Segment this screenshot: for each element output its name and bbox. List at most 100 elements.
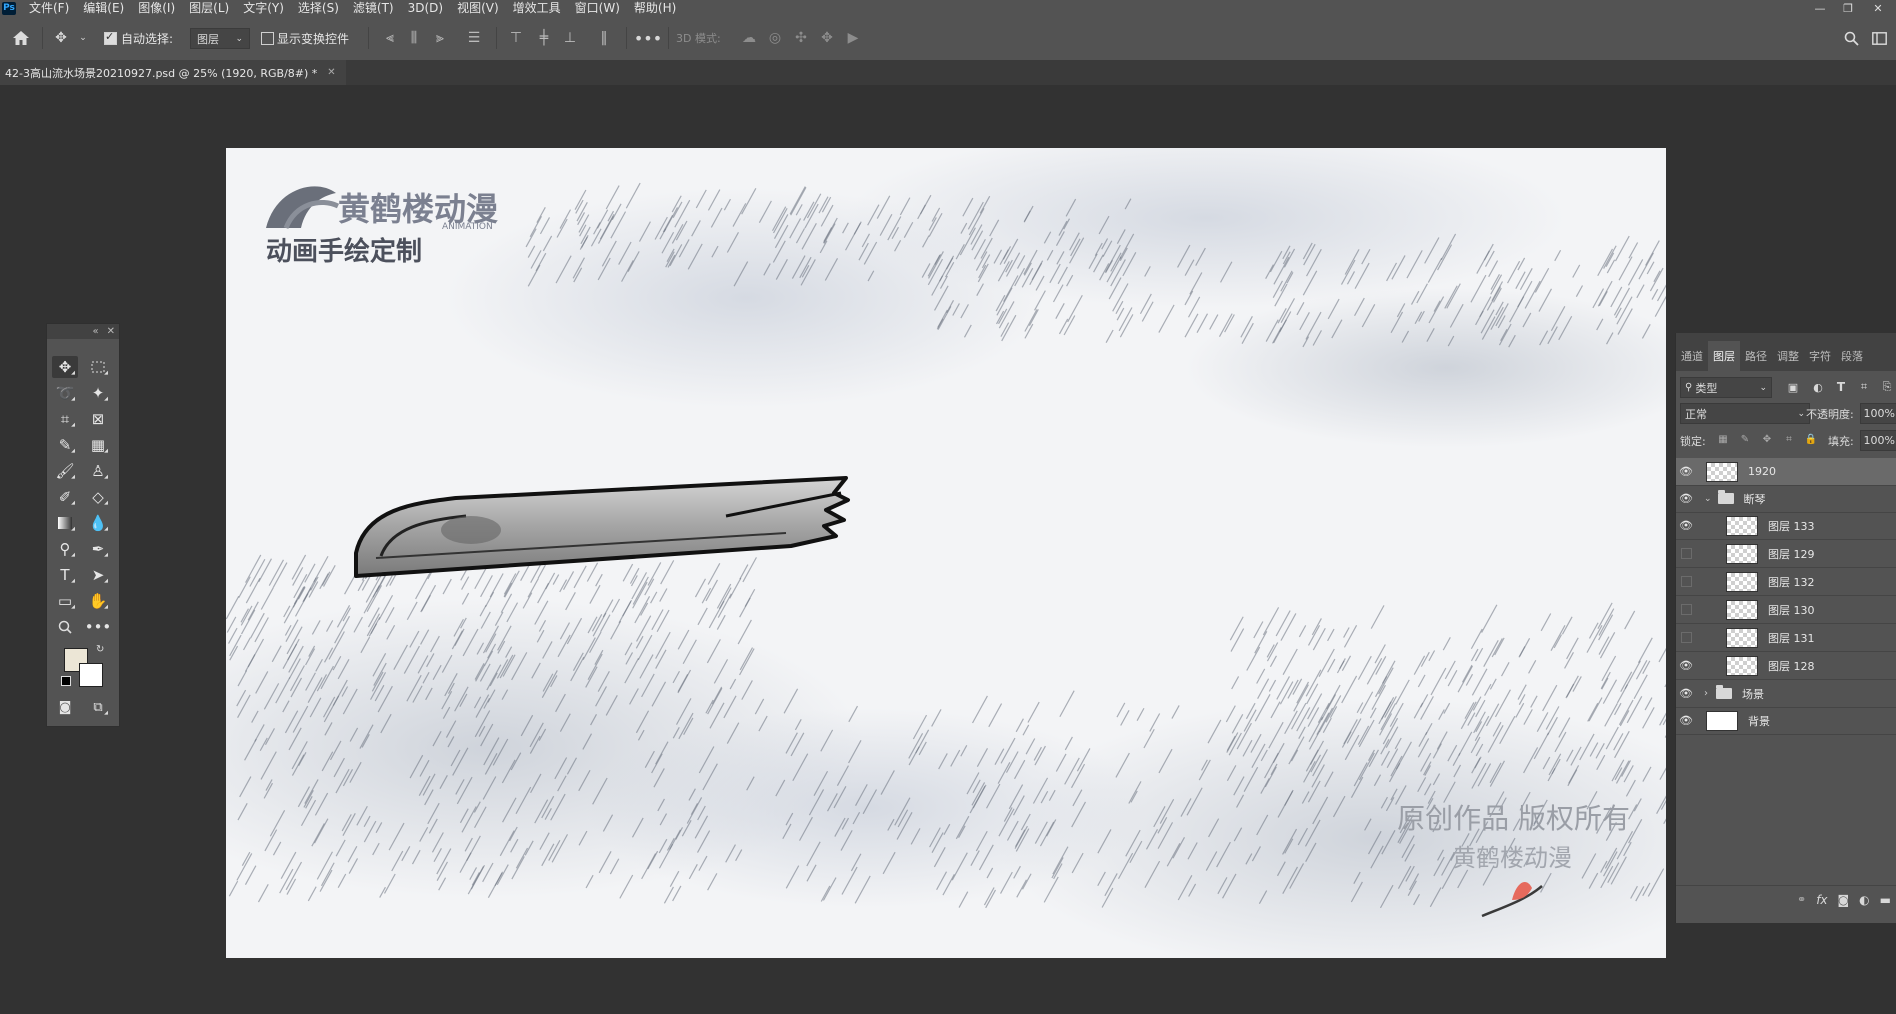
visibility-off-icon[interactable]	[1676, 548, 1696, 559]
chevron-down-icon[interactable]: ⌄	[78, 28, 88, 48]
layer-row[interactable]: 图层 129	[1676, 540, 1896, 568]
opacity-input[interactable]: 100%	[1860, 403, 1896, 424]
swap-colors-icon[interactable]: ↻	[96, 644, 104, 655]
menu-plugins[interactable]: 增效工具	[506, 0, 568, 16]
auto-select-checkbox[interactable]	[104, 30, 117, 45]
align-center-icon[interactable]: ⫼	[406, 28, 422, 48]
zoom-tool-icon[interactable]	[52, 616, 78, 638]
layer-row[interactable]: 图层 132	[1676, 568, 1896, 596]
filter-adjustment-icon[interactable]: ◐	[1811, 378, 1825, 396]
layer-row[interactable]: 👁 图层 133	[1676, 512, 1896, 540]
menu-image[interactable]: 图像(I)	[131, 0, 182, 16]
brush-tool-icon[interactable]: 🖌 ◢	[52, 460, 78, 482]
type-tool-icon[interactable]: T ◢	[52, 564, 78, 586]
checkbox-unchecked-icon[interactable]	[261, 32, 274, 45]
new-group-folder-icon[interactable]: ▬	[1880, 893, 1891, 907]
new-adjustment-icon[interactable]: ◐	[1859, 893, 1869, 907]
visibility-off-icon[interactable]	[1676, 576, 1696, 587]
quick-mask-icon[interactable]: ◙	[52, 696, 78, 718]
link-layers-icon[interactable]: ⚭	[1797, 893, 1806, 906]
align-bottom-icon[interactable]: ⊥	[562, 28, 578, 48]
pen-tool-icon[interactable]: ✒ ◢	[85, 538, 111, 560]
visibility-off-icon[interactable]	[1676, 604, 1696, 615]
collapse-panel-icon[interactable]: «	[92, 326, 98, 337]
checkbox-checked-icon[interactable]	[104, 30, 117, 45]
tab-paths[interactable]: 路径	[1740, 341, 1772, 371]
lock-artboard-icon[interactable]: ⌗	[1782, 431, 1796, 447]
layer-group-row[interactable]: 👁 › 场景	[1676, 680, 1896, 708]
stamp-tool-icon[interactable]: ♙ ◢	[85, 460, 111, 482]
move-tool-icon[interactable]: ✥	[52, 28, 70, 48]
3d-slide-icon[interactable]: ✥	[818, 28, 836, 48]
lock-position-icon[interactable]: ✥	[1760, 431, 1774, 447]
eyedropper-tool-icon[interactable]: ✎ ◢	[52, 434, 78, 456]
distribute-vertical-icon[interactable]: ‖	[596, 28, 612, 48]
layer-row[interactable]: 图层 131	[1676, 624, 1896, 652]
crop-tool-icon[interactable]: ⌗ ◢	[52, 408, 78, 430]
marquee-tool-icon[interactable]: ◢	[85, 356, 111, 378]
menu-3d[interactable]: 3D(D)	[401, 0, 450, 16]
close-panel-icon[interactable]: ✕	[107, 326, 115, 337]
tab-adjustments[interactable]: 调整	[1772, 341, 1804, 371]
tab-paragraph[interactable]: 段落	[1836, 341, 1868, 371]
lock-transparent-icon[interactable]: ▦	[1716, 431, 1730, 447]
fill-input[interactable]: 100%	[1860, 430, 1896, 451]
visibility-off-icon[interactable]	[1676, 632, 1696, 643]
document-canvas[interactable]: 黄鹤楼动漫 ANIMATION 动画手绘定制 原创作品 版权所有 黄鹤楼动漫	[226, 148, 1666, 958]
workspace-icon[interactable]	[1870, 28, 1888, 48]
edit-toolbar-icon[interactable]: •••	[85, 616, 112, 638]
magic-wand-tool-icon[interactable]: ✦ ◢	[85, 382, 111, 404]
lasso-tool-icon[interactable]: ➰ ◢	[52, 382, 78, 404]
visibility-eye-icon[interactable]: 👁	[1676, 687, 1696, 700]
layer-row[interactable]: 👁 图层 128	[1676, 652, 1896, 680]
filter-smart-object-icon[interactable]: ⎘	[1880, 378, 1894, 396]
document-tab[interactable]: 42-3高山流水场景20210927.psd @ 25% (1920, RGB/…	[0, 60, 346, 85]
lock-all-icon[interactable]: 🔒	[1804, 431, 1818, 447]
search-icon[interactable]	[1842, 28, 1860, 48]
align-top-icon[interactable]: ⊤	[508, 28, 524, 48]
filter-pixel-icon[interactable]: ▣	[1786, 378, 1800, 396]
tab-channels[interactable]: 通道	[1676, 341, 1708, 371]
blur-tool-icon[interactable]: 💧 ◢	[85, 512, 111, 534]
distribute-icon[interactable]: ☰	[466, 28, 482, 48]
layer-row[interactable]: 图层 130	[1676, 596, 1896, 624]
menu-layer[interactable]: 图层(L)	[182, 0, 236, 16]
align-middle-icon[interactable]: ╪	[536, 28, 552, 48]
filter-shape-icon[interactable]: ⌗	[1857, 378, 1871, 396]
menu-view[interactable]: 视图(V)	[450, 0, 506, 16]
frame-tool-icon[interactable]: ⊠	[85, 408, 111, 430]
menu-type[interactable]: 文字(Y)	[236, 0, 291, 16]
filter-type-icon[interactable]: T	[1834, 378, 1848, 396]
chevron-right-icon[interactable]: ›	[1704, 688, 1708, 699]
default-colors-icon[interactable]	[61, 676, 71, 686]
chevron-down-icon[interactable]: ⌄	[1704, 494, 1712, 504]
visibility-eye-icon[interactable]: 👁	[1676, 659, 1696, 672]
minimize-icon[interactable]: —	[1808, 0, 1832, 16]
history-brush-tool-icon[interactable]: ✐ ◢	[52, 486, 78, 508]
menu-filter[interactable]: 滤镜(T)	[346, 0, 401, 16]
more-options-icon[interactable]: •••	[634, 28, 662, 48]
menu-help[interactable]: 帮助(H)	[627, 0, 683, 16]
lock-pixels-icon[interactable]: ✎	[1738, 431, 1752, 447]
path-selection-tool-icon[interactable]: ➤ ◢	[85, 564, 111, 586]
layer-row[interactable]: 👁 1920	[1676, 458, 1896, 486]
3d-orbit-icon[interactable]: ☁	[740, 28, 758, 48]
close-tab-icon[interactable]: ✕	[327, 67, 335, 78]
3d-roll-icon[interactable]: ◎	[766, 28, 784, 48]
add-mask-icon[interactable]: ◙	[1838, 893, 1850, 907]
visibility-eye-icon[interactable]: 👁	[1676, 465, 1696, 478]
patch-tool-icon[interactable]: ▦ ◢	[85, 434, 111, 456]
3d-pan-icon[interactable]: ✣	[792, 28, 810, 48]
visibility-eye-icon[interactable]: 👁	[1676, 714, 1696, 727]
menu-window[interactable]: 窗口(W)	[568, 0, 627, 16]
auto-select-dropdown[interactable]: 图层 ⌄	[190, 28, 250, 49]
gradient-tool-icon[interactable]: ◢	[52, 512, 78, 534]
show-transform-checkbox[interactable]	[261, 32, 274, 45]
background-color-swatch[interactable]	[79, 663, 103, 687]
layer-group-row[interactable]: 👁 ⌄ 断琴	[1676, 485, 1896, 513]
move-tool-icon[interactable]: ✥ ◢	[52, 356, 78, 378]
rectangle-tool-icon[interactable]: ▭ ◢	[52, 590, 78, 612]
3d-camera-icon[interactable]: ▶	[844, 28, 862, 48]
fx-icon[interactable]: fx	[1816, 893, 1827, 907]
visibility-eye-icon[interactable]: 👁	[1676, 519, 1696, 532]
